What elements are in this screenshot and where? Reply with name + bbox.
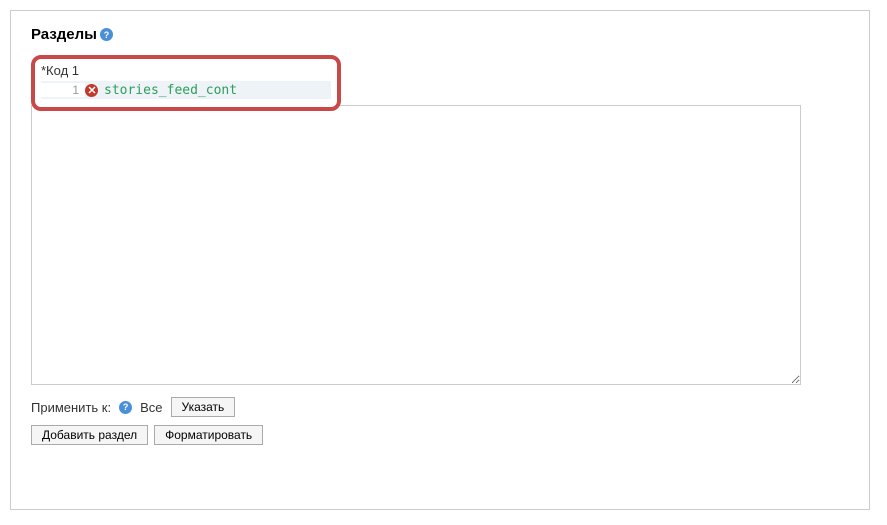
- apply-value: Все: [140, 400, 162, 415]
- sections-panel: Разделы ? *Код 1 1 stories_feed_cont При…: [10, 10, 870, 510]
- editor-gutter: [32, 106, 87, 384]
- error-icon[interactable]: [85, 84, 98, 97]
- action-buttons: Добавить раздел Форматировать: [31, 425, 849, 445]
- code-editor[interactable]: [31, 105, 801, 385]
- editor-code-area[interactable]: [87, 106, 800, 384]
- specify-button[interactable]: Указать: [171, 397, 236, 417]
- apply-controls: Применить к: ? Все Указать: [31, 397, 849, 417]
- help-icon-apply[interactable]: ?: [119, 401, 132, 414]
- code-label: *Код 1: [41, 63, 331, 78]
- apply-label: Применить к:: [31, 400, 111, 415]
- add-section-button[interactable]: Добавить раздел: [31, 425, 148, 445]
- line-number: 1: [41, 83, 85, 97]
- code-content[interactable]: stories_feed_cont: [104, 83, 237, 98]
- help-icon[interactable]: ?: [100, 28, 113, 41]
- title-text: Разделы: [31, 26, 97, 43]
- highlight-annotation: *Код 1 1 stories_feed_cont: [31, 55, 341, 111]
- page-title: Разделы ?: [31, 26, 849, 43]
- format-button[interactable]: Форматировать: [154, 425, 263, 445]
